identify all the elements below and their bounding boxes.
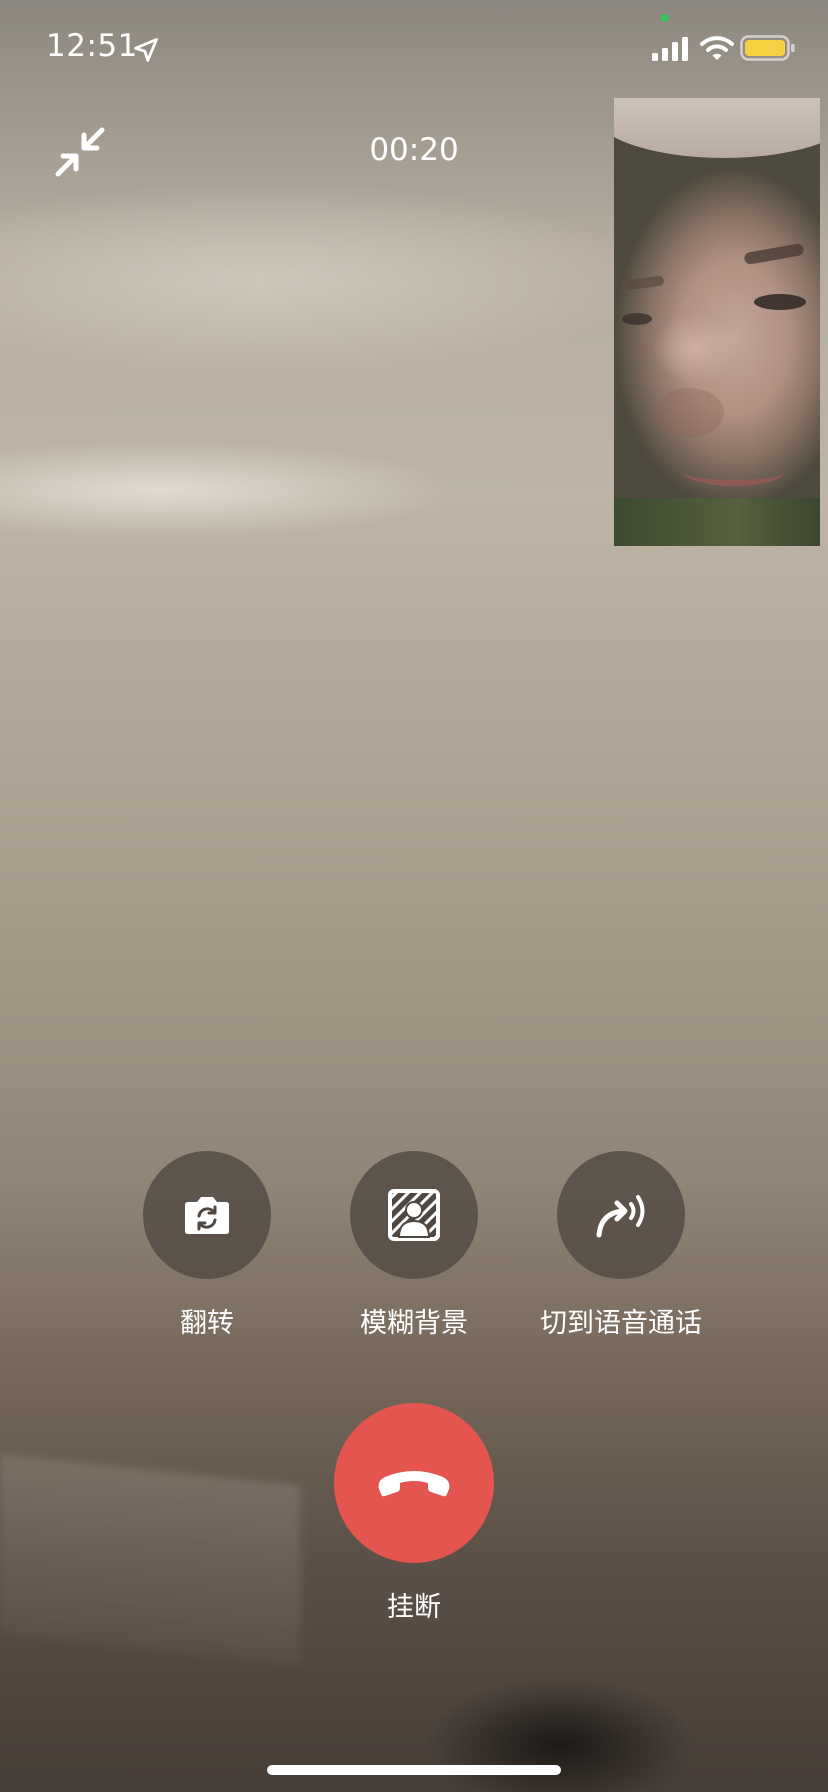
switch-to-voice-icon <box>596 1195 645 1238</box>
status-time: 12:51 <box>46 28 138 64</box>
home-indicator[interactable] <box>267 1765 561 1775</box>
location-arrow-icon <box>134 38 158 62</box>
hangup-button[interactable]: 挂断 <box>334 1403 494 1624</box>
camera-flip-icon <box>185 1197 229 1234</box>
background-video-feed <box>0 1454 300 1666</box>
self-camera-preview[interactable] <box>614 98 820 546</box>
blur-background-circle[interactable] <box>350 1151 478 1279</box>
switch-to-voice-button[interactable]: 切到语音通话 <box>491 1151 751 1340</box>
battery-icon <box>740 35 795 61</box>
video-call-screen: 12:51 00:20 翻转 模糊背景 切到语音通话 挂断 <box>0 0 828 1792</box>
privacy-indicator-dot <box>661 14 669 22</box>
phone-hangup-icon <box>378 1471 450 1497</box>
hangup-label: 挂断 <box>387 1592 441 1623</box>
flip-camera-circle[interactable] <box>143 1151 271 1279</box>
hangup-circle[interactable] <box>334 1403 494 1563</box>
wifi-icon <box>700 36 734 60</box>
switch-to-voice-label: 切到语音通话 <box>540 1308 702 1339</box>
switch-to-voice-circle[interactable] <box>557 1151 685 1279</box>
cellular-signal-icon <box>652 37 688 61</box>
blur-background-icon <box>388 1189 440 1241</box>
